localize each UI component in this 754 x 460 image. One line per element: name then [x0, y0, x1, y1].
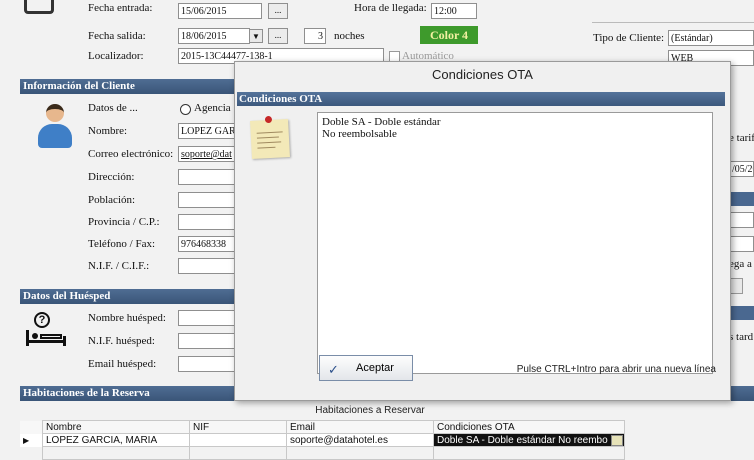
agencia-radio[interactable] [180, 104, 191, 115]
cell-nif[interactable] [189, 433, 287, 447]
table-row-empty [20, 446, 625, 460]
aceptar-label: Aceptar [356, 362, 394, 374]
huesped-section-header: Datos del Huésped [20, 289, 234, 304]
habitaciones-group-header: Habitaciones a Reservar [315, 405, 425, 416]
column-header-email[interactable]: Email [286, 420, 434, 434]
empty-cell [20, 447, 43, 460]
right-date-input[interactable]: /05/20 [729, 161, 754, 177]
memo-line: Doble SA - Doble estándar [322, 116, 441, 128]
cell-nombre[interactable]: LOPEZ GARCIA, MARIA [42, 433, 190, 447]
right-fragment-tarif: e tarif [729, 132, 754, 144]
telefono-label: Teléfono / Fax: [88, 238, 156, 250]
aceptar-button[interactable]: ✓ Aceptar [319, 355, 413, 381]
fecha-salida-picker-button[interactable]: ... [268, 28, 288, 44]
hora-llegada-label: Hora de llegada: [354, 2, 427, 14]
right-fragment-ega: ega a [729, 258, 752, 270]
habitaciones-table: Nombre NIF Email Condiciones OTA ▶ LOPEZ… [20, 420, 625, 460]
agencia-label: Agencia [194, 102, 231, 114]
nif-cif-label: N.I.F. / C.I.F.: [88, 260, 150, 272]
table-header-row: Nombre NIF Email Condiciones OTA [20, 420, 625, 434]
fecha-salida-label: Fecha salida: [88, 30, 146, 42]
bed-icon [26, 330, 66, 346]
noches-label: noches [334, 30, 365, 42]
dialog-title: Condiciones OTA [432, 67, 533, 82]
nombre-input[interactable]: LOPEZ GARC [178, 123, 236, 139]
calendar-icon [24, 0, 54, 14]
fecha-salida-dropdown[interactable]: ▼ [249, 29, 263, 43]
sticky-note-icon [250, 115, 290, 159]
edit-memo-icon[interactable] [610, 435, 623, 446]
tipo-cliente-label: Tipo de Cliente: [593, 32, 665, 44]
row-selector-icon[interactable]: ▶ [20, 434, 43, 447]
direccion-input[interactable] [178, 169, 236, 185]
dialog-section-header: Condiciones OTA [237, 92, 725, 106]
localizador-label: Localizador: [88, 50, 144, 62]
provincia-input[interactable] [178, 214, 236, 230]
right-section-bar-2 [729, 306, 754, 320]
tipo-cliente-input[interactable]: (Estándar) [668, 30, 754, 46]
noches-input[interactable]: 3 [304, 28, 326, 44]
right-section-bar [729, 192, 754, 206]
person-icon [36, 104, 74, 148]
cell-condiciones-text: Doble SA - Doble estándar No reembo [437, 434, 608, 446]
right-button[interactable] [729, 278, 743, 294]
check-icon: ✓ [328, 362, 339, 377]
help-icon: ? [34, 312, 50, 328]
provincia-label: Provincia / C.P.: [88, 216, 160, 228]
empty-cell [189, 446, 287, 460]
column-header-nif[interactable]: NIF [189, 420, 287, 434]
poblacion-input[interactable] [178, 192, 236, 208]
condiciones-ota-dialog: Condiciones OTA Condiciones OTA Doble SA… [234, 61, 731, 401]
empty-cell [433, 446, 625, 460]
correo-input[interactable]: soporte@dat [178, 146, 236, 162]
empty-cell [286, 446, 434, 460]
cliente-section-header: Información del Cliente [20, 79, 234, 94]
dialog-hint: Pulse CTRL+Intro para abrir una nueva lí… [516, 364, 716, 375]
fecha-entrada-input[interactable]: 15/06/2015 [178, 3, 262, 19]
cell-condiciones[interactable]: Doble SA - Doble estándar No reembo [433, 433, 625, 447]
condiciones-memo[interactable]: Doble SA - Doble estándar No reembolsabl… [317, 112, 713, 374]
empty-cell [42, 446, 190, 460]
nombre-label: Nombre: [88, 125, 128, 137]
nombre-huesped-input[interactable] [178, 310, 236, 326]
direccion-label: Dirección: [88, 171, 135, 183]
right-input-1[interactable] [729, 212, 754, 228]
telefono-input[interactable]: 976468338 [178, 236, 236, 252]
fecha-entrada-label: Fecha entrada: [88, 2, 153, 14]
poblacion-label: Población: [88, 194, 136, 206]
datos-de-label: Datos de ... [88, 102, 138, 114]
column-header-condiciones[interactable]: Condiciones OTA [433, 420, 625, 434]
email-huesped-input[interactable] [178, 356, 236, 372]
right-input-2[interactable] [729, 236, 754, 252]
right-fragment-tard: s tard [729, 331, 754, 343]
color-button[interactable]: Color 4 [420, 26, 478, 44]
column-header-nombre[interactable]: Nombre [42, 420, 190, 434]
nombre-huesped-label: Nombre huésped: [88, 312, 166, 324]
table-row[interactable]: ▶ LOPEZ GARCIA, MARIA soporte@datahotel.… [20, 433, 625, 447]
row-indicator-header [20, 421, 43, 434]
correo-label: Correo electrónico: [88, 148, 174, 160]
memo-line: No reembolsable [322, 128, 397, 140]
right-panel [592, 0, 754, 23]
nif-huesped-input[interactable] [178, 333, 236, 349]
nif-cif-input[interactable] [178, 258, 236, 274]
hora-llegada-input[interactable]: 12:00 [431, 3, 477, 19]
fecha-salida-input[interactable]: 18/06/2015 [178, 28, 250, 44]
nif-huesped-label: N.I.F. huésped: [88, 335, 155, 347]
cell-email[interactable]: soporte@datahotel.es [286, 433, 434, 447]
email-huesped-label: Email huésped: [88, 358, 157, 370]
fecha-entrada-picker-button[interactable]: ... [268, 3, 288, 19]
